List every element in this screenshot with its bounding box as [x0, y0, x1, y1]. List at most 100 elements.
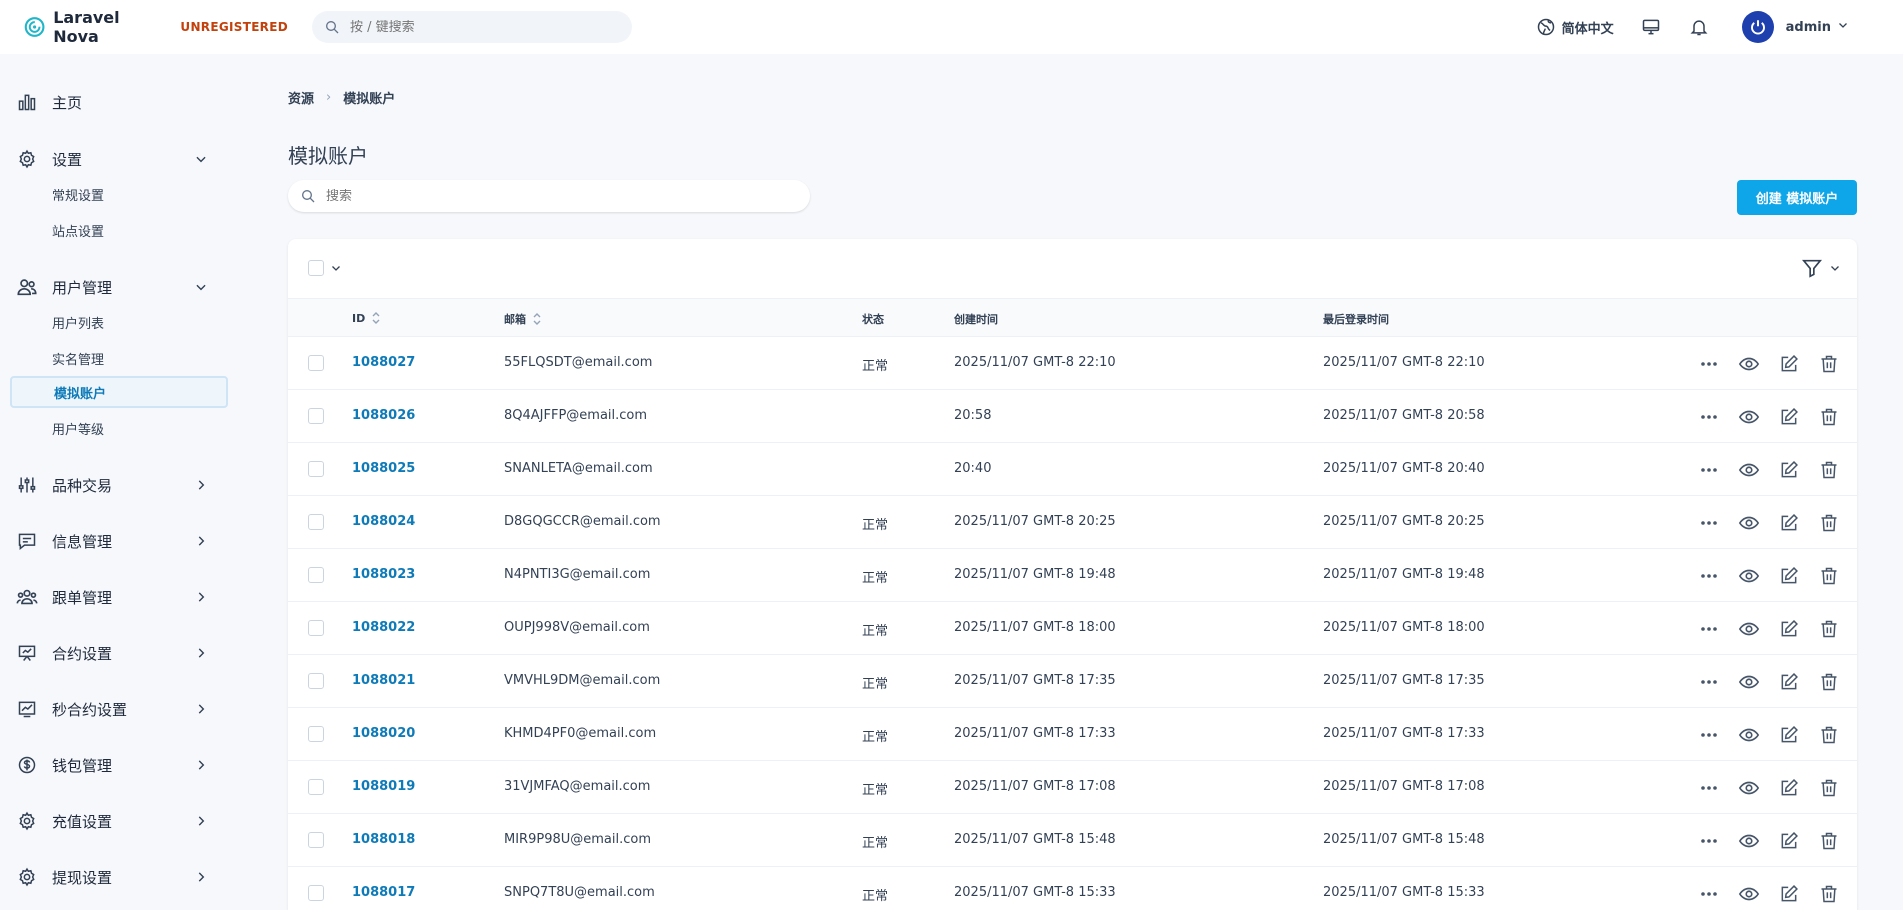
- row-id-link[interactable]: 1088017: [352, 885, 415, 900]
- trash-icon[interactable]: [1818, 512, 1840, 534]
- sidebar-item-contract-settings[interactable]: 合约设置: [16, 636, 216, 670]
- create-demo-account-button[interactable]: 创建 模拟账户: [1737, 180, 1857, 215]
- eye-icon[interactable]: [1738, 883, 1760, 905]
- row-checkbox[interactable]: [308, 567, 324, 583]
- table-row[interactable]: 1088019 31VJMFAQ@email.com 正常 2025/11/07 GM…: [288, 761, 1857, 814]
- chevron-down-icon[interactable]: [1837, 19, 1849, 35]
- eye-icon[interactable]: [1738, 459, 1760, 481]
- more-icon[interactable]: [1698, 353, 1720, 375]
- eye-icon[interactable]: [1738, 512, 1760, 534]
- select-all-control[interactable]: [308, 260, 342, 276]
- row-checkbox[interactable]: [308, 885, 324, 901]
- edit-icon[interactable]: [1778, 565, 1800, 587]
- trash-icon[interactable]: [1818, 459, 1840, 481]
- sidebar-subitem-site-settings[interactable]: 站点设置: [10, 214, 228, 246]
- table-row[interactable]: 1088017 SNPQ7T8U@email.com 正常 2025/11/07 GM…: [288, 867, 1857, 910]
- trash-icon[interactable]: [1818, 618, 1840, 640]
- sidebar-item-settings[interactable]: 设置: [16, 142, 216, 176]
- row-checkbox[interactable]: [308, 408, 324, 424]
- sidebar-item-copy-trading[interactable]: 跟单管理: [16, 580, 216, 614]
- row-checkbox[interactable]: [308, 620, 324, 636]
- monitor-icon[interactable]: [1640, 16, 1662, 38]
- row-id-link[interactable]: 1088024: [352, 514, 415, 529]
- sidebar-item-messages[interactable]: 信息管理: [16, 524, 216, 558]
- edit-icon[interactable]: [1778, 512, 1800, 534]
- sort-icon[interactable]: [532, 312, 542, 326]
- row-checkbox[interactable]: [308, 832, 324, 848]
- table-row[interactable]: 1088026 8Q4AJFFP@email.com 20:58 2025/11/07…: [288, 390, 1857, 443]
- resource-search-input[interactable]: [326, 188, 766, 204]
- more-icon[interactable]: [1698, 618, 1720, 640]
- more-icon[interactable]: [1698, 830, 1720, 852]
- row-checkbox[interactable]: [308, 461, 324, 477]
- more-icon[interactable]: [1698, 883, 1720, 905]
- row-checkbox[interactable]: [308, 673, 324, 689]
- column-header-id[interactable]: ID: [352, 311, 381, 325]
- edit-icon[interactable]: [1778, 406, 1800, 428]
- edit-icon[interactable]: [1778, 671, 1800, 693]
- table-row[interactable]: 1088024 D8GQGCCR@email.com 正常 2025/11/07 GM…: [288, 496, 1857, 549]
- trash-icon[interactable]: [1818, 406, 1840, 428]
- more-icon[interactable]: [1698, 777, 1720, 799]
- more-icon[interactable]: [1698, 512, 1720, 534]
- row-checkbox[interactable]: [308, 779, 324, 795]
- edit-icon[interactable]: [1778, 883, 1800, 905]
- more-icon[interactable]: [1698, 671, 1720, 693]
- sidebar-subitem-demo-accounts[interactable]: 模拟账户: [10, 376, 228, 408]
- table-row[interactable]: 1088027 55FLQSDT@email.com 正常 2025/11/07 GM…: [288, 337, 1857, 390]
- trash-icon[interactable]: [1818, 671, 1840, 693]
- sidebar-item-home[interactable]: 主页: [16, 85, 216, 119]
- global-search-input[interactable]: [350, 19, 610, 35]
- row-id-link[interactable]: 1088023: [352, 567, 415, 582]
- column-header-email[interactable]: 邮箱: [504, 311, 542, 327]
- table-row[interactable]: 1088023 N4PNTI3G@email.com 正常 2025/11/07 GM…: [288, 549, 1857, 602]
- edit-icon[interactable]: [1778, 618, 1800, 640]
- avatar[interactable]: [1741, 11, 1774, 43]
- sidebar-item-user-management[interactable]: 用户管理: [16, 270, 216, 304]
- trash-icon[interactable]: [1818, 777, 1840, 799]
- language-switcher[interactable]: 简体中文: [1536, 17, 1614, 37]
- row-id-link[interactable]: 1088019: [352, 779, 415, 794]
- sidebar-item-deposit-settings[interactable]: 充值设置: [16, 804, 216, 838]
- eye-icon[interactable]: [1738, 406, 1760, 428]
- more-icon[interactable]: [1698, 406, 1720, 428]
- sidebar-item-trading[interactable]: 品种交易: [16, 468, 216, 502]
- row-id-link[interactable]: 1088027: [352, 355, 415, 370]
- edit-icon[interactable]: [1778, 459, 1800, 481]
- table-row[interactable]: 1088020 KHMD4PF0@email.com 正常 2025/11/07 GM…: [288, 708, 1857, 761]
- sidebar-item-wallet[interactable]: 钱包管理: [16, 748, 216, 782]
- trash-icon[interactable]: [1818, 883, 1840, 905]
- row-id-link[interactable]: 1088020: [352, 726, 415, 741]
- row-id-link[interactable]: 1088018: [352, 832, 415, 847]
- edit-icon[interactable]: [1778, 353, 1800, 375]
- more-icon[interactable]: [1698, 724, 1720, 746]
- row-id-link[interactable]: 1088026: [352, 408, 415, 423]
- more-icon[interactable]: [1698, 565, 1720, 587]
- more-icon[interactable]: [1698, 459, 1720, 481]
- sidebar-subitem-user-list[interactable]: 用户列表: [10, 306, 228, 338]
- user-name[interactable]: admin: [1786, 20, 1831, 35]
- eye-icon[interactable]: [1738, 830, 1760, 852]
- eye-icon[interactable]: [1738, 353, 1760, 375]
- app-logo[interactable]: Laravel Nova UNREGISTERED: [24, 8, 288, 46]
- row-checkbox[interactable]: [308, 355, 324, 371]
- chevron-down-icon[interactable]: [330, 262, 342, 274]
- eye-icon[interactable]: [1738, 671, 1760, 693]
- edit-icon[interactable]: [1778, 777, 1800, 799]
- sidebar-item-second-contract[interactable]: 秒合约设置: [16, 692, 216, 726]
- bell-icon[interactable]: [1688, 16, 1710, 38]
- edit-icon[interactable]: [1778, 724, 1800, 746]
- table-row[interactable]: 1088025 SNANLETA@email.com 20:40 2025/11/07…: [288, 443, 1857, 496]
- sort-icon[interactable]: [371, 311, 381, 325]
- sidebar-subitem-user-levels[interactable]: 用户等级: [10, 412, 228, 444]
- row-id-link[interactable]: 1088021: [352, 673, 415, 688]
- trash-icon[interactable]: [1818, 565, 1840, 587]
- table-row[interactable]: 1088018 MIR9P98U@email.com 正常 2025/11/07 GM…: [288, 814, 1857, 867]
- global-search[interactable]: [312, 11, 632, 43]
- select-all-checkbox[interactable]: [308, 260, 324, 276]
- trash-icon[interactable]: [1818, 353, 1840, 375]
- row-id-link[interactable]: 1088025: [352, 461, 415, 476]
- table-row[interactable]: 1088022 OUPJ998V@email.com 正常 2025/11/07 GM…: [288, 602, 1857, 655]
- edit-icon[interactable]: [1778, 830, 1800, 852]
- eye-icon[interactable]: [1738, 777, 1760, 799]
